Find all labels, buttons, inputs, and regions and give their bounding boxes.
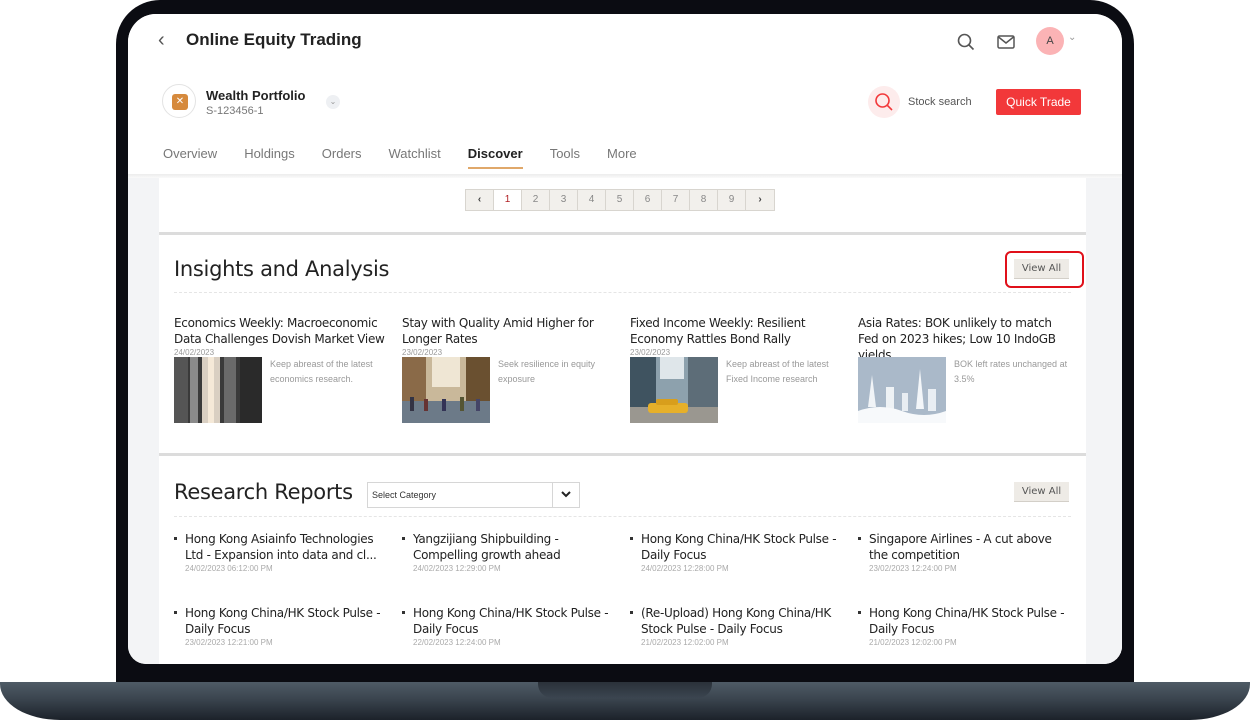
insight-title[interactable]: Fixed Income Weekly: Resilient Economy R… (630, 315, 845, 347)
report-title[interactable]: Yangzijiang Shipbuilding - Compelling gr… (413, 531, 617, 563)
tab-overview[interactable]: Overview (163, 146, 217, 169)
report-date: 24/02/2023 06:12:00 PM (185, 564, 273, 573)
insight-card: Fixed Income Weekly: Resilient Economy R… (630, 315, 845, 423)
report-item[interactable]: Yangzijiang Shipbuilding - Compelling gr… (402, 531, 617, 573)
tab-orders[interactable]: Orders (322, 146, 362, 169)
report-title[interactable]: Hong Kong China/HK Stock Pulse - Daily F… (185, 605, 389, 637)
scrollbar-track[interactable] (1086, 178, 1122, 664)
report-item[interactable]: (Re-Upload) Hong Kong China/HK Stock Pul… (630, 605, 845, 647)
report-item[interactable]: Hong Kong China/HK Stock Pulse - Daily F… (630, 531, 845, 573)
report-title[interactable]: (Re-Upload) Hong Kong China/HK Stock Pul… (641, 605, 845, 637)
research-title: Research Reports (174, 480, 353, 504)
bullet-icon (630, 537, 633, 540)
report-item[interactable]: Hong Kong China/HK Stock Pulse - Daily F… (174, 605, 389, 647)
prev-page-button[interactable]: ‹ (466, 190, 494, 210)
app-header: ‹ Online Equity Trading A ⌄ Wealth Portf… (128, 14, 1122, 174)
mail-icon[interactable] (994, 30, 1018, 54)
report-title[interactable]: Hong Kong China/HK Stock Pulse - Daily F… (413, 605, 617, 637)
page-7-button[interactable]: 7 (662, 190, 690, 210)
bullet-icon (858, 537, 861, 540)
report-date: 21/02/2023 12:02:00 PM (869, 638, 957, 647)
insight-date: 24/02/2023 (174, 348, 215, 357)
report-date: 23/02/2023 12:24:00 PM (869, 564, 957, 573)
page-6-button[interactable]: 6 (634, 190, 662, 210)
category-select-value: Select Category (372, 490, 437, 500)
street-crowd-image[interactable] (402, 357, 490, 423)
tab-discover[interactable]: Discover (467, 146, 523, 169)
page-8-button[interactable]: 8 (690, 190, 718, 210)
page-title: Online Equity Trading (186, 30, 362, 49)
portfolio-logo (162, 84, 196, 118)
bullet-icon (630, 611, 633, 614)
quick-trade-button[interactable]: Quick Trade (996, 89, 1081, 115)
laptop-screen: ‹ Online Equity Trading A ⌄ Wealth Portf… (128, 14, 1122, 664)
report-item[interactable]: Singapore Airlines - A cut above the com… (858, 531, 1073, 573)
stock-search-label: Stock search (908, 96, 972, 108)
portfolio-name: Wealth Portfolio (206, 88, 306, 103)
page-1-button[interactable]: 1 (494, 190, 522, 210)
chevron-down-icon[interactable] (552, 483, 579, 507)
report-date: 23/02/2023 12:21:00 PM (185, 638, 273, 647)
stock-search-icon (868, 86, 900, 118)
report-date: 24/02/2023 12:29:00 PM (413, 564, 501, 573)
city-buildings-image[interactable] (174, 357, 262, 423)
report-title[interactable]: Hong Kong Asiainfo Technologies Ltd - Ex… (185, 531, 389, 563)
insight-card: Economics Weekly: Macroeconomic Data Cha… (174, 315, 389, 423)
insight-card: Asia Rates: BOK unlikely to match Fed on… (858, 315, 1073, 423)
bullet-icon (402, 611, 405, 614)
insight-title[interactable]: Economics Weekly: Macroeconomic Data Cha… (174, 315, 389, 347)
report-date: 24/02/2023 12:28:00 PM (641, 564, 729, 573)
report-title[interactable]: Hong Kong China/HK Stock Pulse - Daily F… (641, 531, 845, 563)
report-date: 21/02/2023 12:02:00 PM (641, 638, 729, 647)
nav-tabs: Overview Holdings Orders Watchlist Disco… (163, 146, 664, 169)
page-9-button[interactable]: 9 (718, 190, 746, 210)
insight-card: Stay with Quality Amid Higher for Longer… (402, 315, 617, 423)
chevron-down-icon[interactable]: ⌄ (1068, 32, 1076, 43)
insight-description: Keep abreast of the latest Fixed Income … (726, 359, 829, 384)
insight-date: 23/02/2023 (402, 348, 443, 357)
tab-watchlist[interactable]: Watchlist (389, 146, 441, 169)
research-divider (174, 516, 1071, 517)
insight-title[interactable]: Stay with Quality Amid Higher for Longer… (402, 315, 617, 347)
tab-more[interactable]: More (607, 146, 637, 169)
research-view-all-button[interactable]: View All (1014, 482, 1069, 502)
highlight-annotation (1005, 251, 1084, 288)
insight-description: Keep abreast of the latest economics res… (270, 359, 373, 384)
bullet-icon (858, 611, 861, 614)
bullet-icon (402, 537, 405, 540)
insight-description: BOK left rates unchanged at 3.5% (954, 359, 1068, 384)
report-item[interactable]: Hong Kong Asiainfo Technologies Ltd - Ex… (174, 531, 389, 573)
page-2-button[interactable]: 2 (522, 190, 550, 210)
report-title[interactable]: Singapore Airlines - A cut above the com… (869, 531, 1073, 563)
next-page-button[interactable]: › (746, 190, 774, 210)
portfolio-id: S-123456-1 (206, 105, 264, 117)
tab-holdings[interactable]: Holdings (244, 146, 295, 169)
avatar[interactable]: A (1036, 27, 1064, 55)
report-item[interactable]: Hong Kong China/HK Stock Pulse - Daily F… (402, 605, 617, 647)
report-item[interactable]: Hong Kong China/HK Stock Pulse - Daily F… (858, 605, 1073, 647)
tab-tools[interactable]: Tools (550, 146, 580, 169)
page-3-button[interactable]: 3 (550, 190, 578, 210)
category-select[interactable]: Select Category (367, 482, 580, 508)
insights-title: Insights and Analysis (174, 257, 390, 281)
insight-title[interactable]: Asia Rates: BOK unlikely to match Fed on… (858, 315, 1073, 363)
page-5-button[interactable]: 5 (606, 190, 634, 210)
insights-divider (174, 292, 1071, 293)
portfolio-dropdown-chevron-icon[interactable]: ⌄ (326, 95, 340, 109)
bullet-icon (174, 611, 177, 614)
insight-description: Seek resilience in equity exposure (498, 359, 596, 384)
logo-icon (172, 94, 188, 110)
paper-skyline-image[interactable] (858, 357, 946, 423)
page-4-button[interactable]: 4 (578, 190, 606, 210)
report-date: 22/02/2023 12:24:00 PM (413, 638, 501, 647)
search-icon[interactable] (954, 30, 978, 54)
insight-date: 23/02/2023 (630, 348, 671, 357)
chevron-left-icon[interactable]: ‹ (158, 29, 165, 52)
report-title[interactable]: Hong Kong China/HK Stock Pulse - Daily F… (869, 605, 1073, 637)
laptop-notch (538, 682, 712, 698)
yellow-taxi-image[interactable] (630, 357, 718, 423)
pagination: ‹ 1 2 3 4 5 6 7 8 9 › (465, 189, 775, 211)
bullet-icon (174, 537, 177, 540)
